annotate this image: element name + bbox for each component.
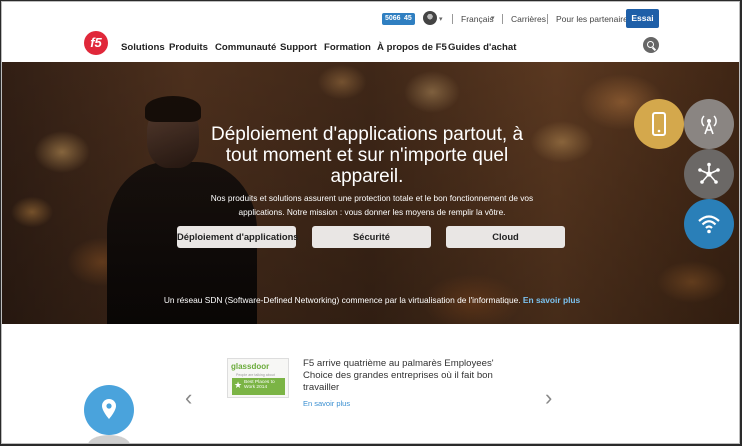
antenna-icon [701, 115, 717, 135]
cloud-button[interactable]: Cloud [446, 226, 565, 248]
network-bubble[interactable] [684, 149, 734, 199]
carousel-next-arrow[interactable]: › [545, 387, 552, 409]
divider [547, 14, 548, 24]
best-places-text: Best Places to Work 2014 [244, 380, 275, 391]
divider [452, 14, 453, 24]
hero-footer-text: Un réseau SDN (Software-Defined Networki… [163, 295, 521, 305]
f5-logo[interactable]: f5 [84, 31, 108, 55]
glassdoor-tagline: People are talking about [236, 373, 275, 377]
antenna-bubble[interactable] [684, 99, 734, 149]
nav-item-solutions[interactable]: Solutions [121, 42, 165, 53]
utility-bar: 5066 45 ▾ Français ▾ Carrières Pour les … [2, 2, 739, 32]
nav-item-a-propos[interactable]: À propos de F5 [377, 42, 447, 53]
mobile-icon [652, 112, 666, 136]
carousel-prev-arrow[interactable]: ‹ [185, 387, 192, 409]
news-more-link[interactable]: En savoir plus [303, 399, 350, 408]
news-headline[interactable]: F5 arrive quatrième au palmarès Employee… [303, 358, 513, 394]
wifi-icon [698, 215, 720, 234]
chevron-down-icon[interactable]: ▾ [439, 15, 443, 23]
hero-subtitle: Nos produits et solutions assurent une p… [210, 193, 534, 217]
nav-item-communaute[interactable]: Communauté [215, 42, 276, 53]
nav-item-produits[interactable]: Produits [169, 42, 208, 53]
network-icon [698, 162, 720, 184]
hero-footer-link[interactable]: En savoir plus [523, 295, 580, 305]
partners-link[interactable]: Pour les partenaires [556, 14, 632, 24]
chevron-down-icon[interactable]: ▾ [491, 14, 495, 22]
hero-banner: Déploiement d'applications partout, à to… [2, 62, 739, 324]
wifi-bubble[interactable] [684, 199, 734, 249]
securite-button[interactable]: Sécurité [312, 226, 431, 248]
deploiement-button[interactable]: Déploiement d'applications [177, 226, 299, 248]
glassdoor-title: glassdoor [231, 362, 270, 371]
mobile-bubble[interactable] [634, 99, 684, 149]
nav-item-formation[interactable]: Formation [324, 42, 371, 53]
careers-link[interactable]: Carrières [511, 14, 546, 24]
secondary-bubble[interactable] [88, 435, 130, 443]
avatar[interactable] [423, 11, 437, 25]
nav-item-support[interactable]: Support [280, 42, 317, 53]
hero-title: Déploiement d'applications partout, à to… [210, 124, 524, 187]
browser-page: 5066 45 ▾ Français ▾ Carrières Pour les … [1, 1, 740, 444]
location-bubble[interactable] [84, 385, 134, 435]
nav-item-guides[interactable]: Guides d'achat [448, 42, 516, 53]
language-selector[interactable]: Français [461, 14, 494, 24]
trial-button[interactable]: Essai [626, 9, 659, 28]
social-badge-2[interactable]: 45 [401, 13, 415, 25]
location-pin-icon [102, 399, 116, 419]
glassdoor-logo: glassdoor People are talking about ★ Bes… [227, 358, 289, 398]
divider [502, 14, 503, 24]
hero-footer: Un réseau SDN (Software-Defined Networki… [122, 295, 622, 305]
star-icon: ★ [234, 380, 243, 390]
best-places-badge: ★ Best Places to Work 2014 [232, 378, 285, 395]
search-icon[interactable] [643, 37, 659, 53]
